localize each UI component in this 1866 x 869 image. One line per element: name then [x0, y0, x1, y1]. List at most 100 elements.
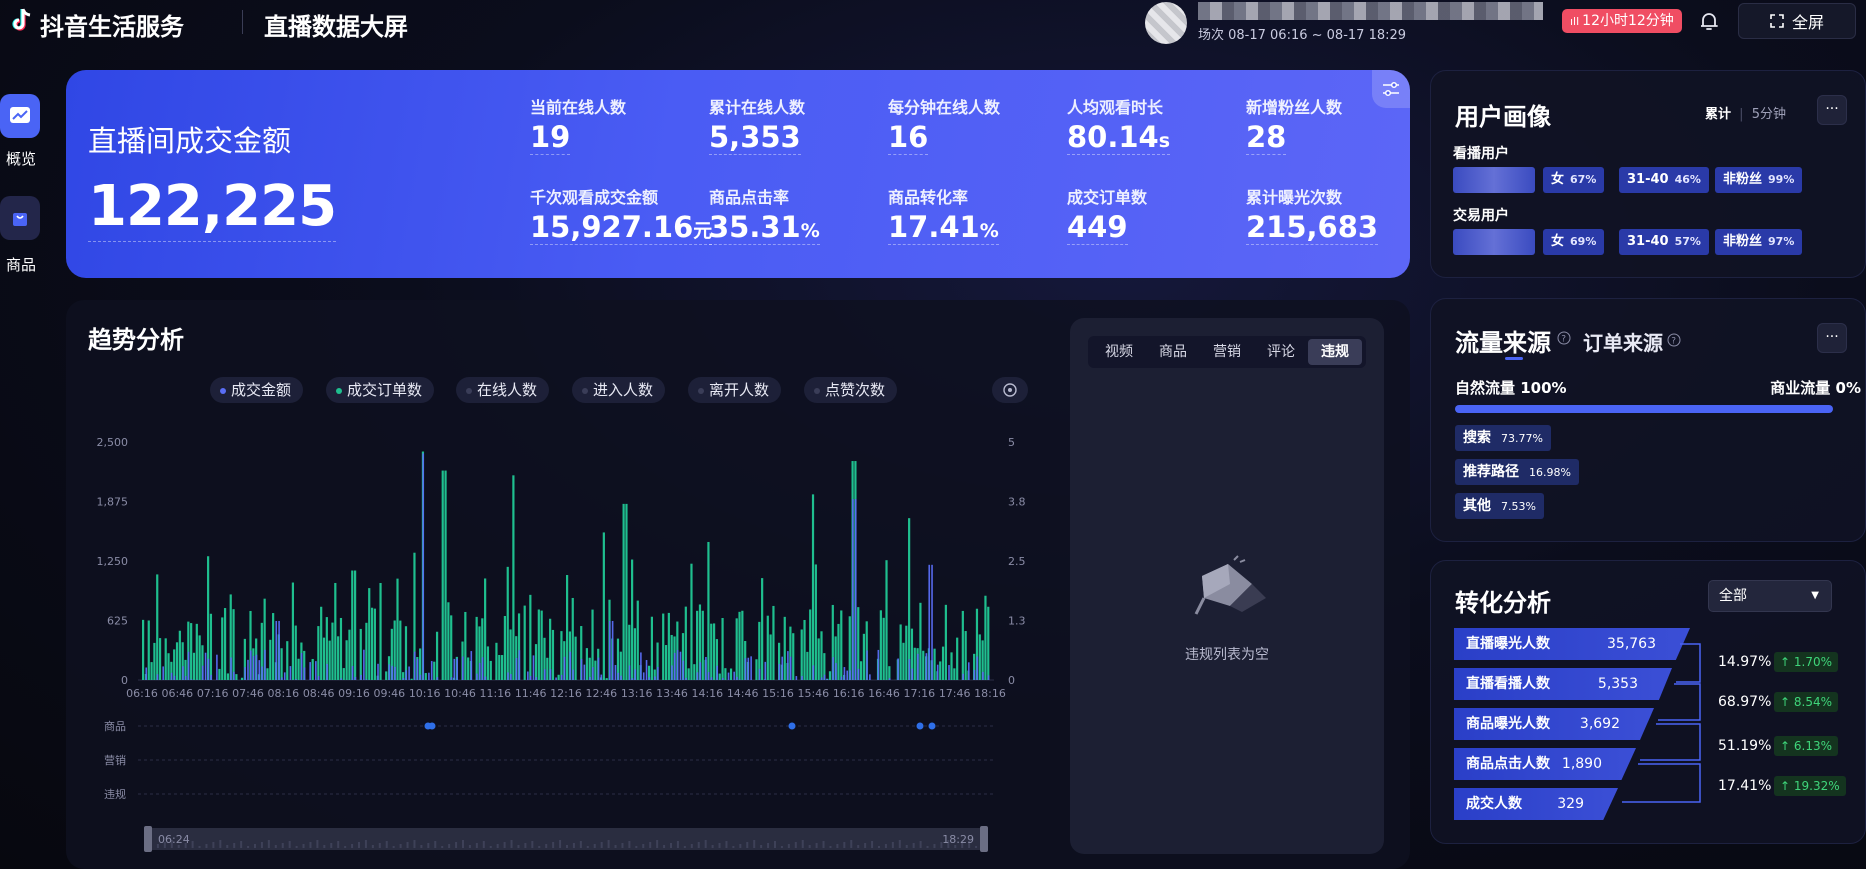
- more-button[interactable]: ···: [1817, 95, 1847, 125]
- orders-bar: [622, 503, 625, 680]
- orders-bar: [156, 574, 159, 680]
- tab-order-source[interactable]: 订单来源: [1583, 327, 1663, 356]
- orders-bar: [534, 644, 538, 680]
- range-slider-spark: [891, 842, 894, 848]
- orders-bar: [803, 619, 806, 680]
- gmv-bar: [948, 665, 950, 680]
- range-slider-spark: [843, 842, 846, 848]
- orders-bar: [602, 532, 605, 680]
- gmv-bar: [789, 656, 792, 680]
- orders-bar: [345, 640, 348, 680]
- sidebar-item-overview[interactable]: [0, 94, 40, 138]
- range-slider-spark: [898, 840, 901, 848]
- gmv-bar: [201, 665, 204, 680]
- y2-tick-label: 3.8: [1008, 496, 1026, 509]
- gmv-bar: [707, 672, 710, 680]
- y-tick-label: 0: [121, 674, 128, 687]
- orders-bar: [902, 642, 905, 680]
- caret-down-icon: ▼: [1811, 590, 1819, 601]
- gmv-bar: [928, 564, 931, 680]
- orders-bar: [766, 615, 769, 680]
- orders-bar: [512, 475, 515, 680]
- gmv-bar: [685, 677, 687, 680]
- toggle-5min[interactable]: 5分钟: [1752, 107, 1786, 122]
- gmv-bar: [453, 658, 456, 680]
- orders-bar: [718, 673, 721, 680]
- more-button[interactable]: ···: [1817, 323, 1847, 353]
- orders-bar: [919, 602, 922, 680]
- gmv-bar: [764, 661, 767, 680]
- x-tick-label: 15:46: [797, 687, 829, 700]
- gmv-bar: [614, 664, 617, 680]
- blurred-room-name: [1198, 2, 1543, 20]
- metric-label: 千次观看成交金额: [530, 188, 659, 207]
- range-slider-spark: [663, 845, 666, 848]
- gmv-bar: [354, 676, 357, 680]
- persona-row-label: 交易用户: [1453, 208, 1509, 224]
- range-slider-spark: [975, 846, 978, 848]
- gmv-bar: [428, 672, 430, 680]
- orders-bar: [939, 661, 942, 680]
- help-icon[interactable]: ?: [1667, 333, 1681, 347]
- range-slider-spark: [337, 841, 340, 848]
- x-tick-label: 16:16: [833, 687, 865, 700]
- range-slider-spark: [351, 844, 354, 848]
- orders-bar: [605, 678, 608, 680]
- orders-bar: [498, 655, 501, 680]
- fullscreen-button[interactable]: 全屏: [1738, 3, 1856, 39]
- gmv-bar: [413, 651, 416, 680]
- range-slider-spark: [621, 843, 624, 848]
- range-slider-spark: [801, 840, 804, 848]
- orders-bar: [280, 648, 283, 680]
- product-event-dot: [928, 722, 936, 730]
- orders-bar: [379, 582, 382, 680]
- range-slider-spark: [670, 843, 672, 848]
- header-divider: [242, 10, 243, 34]
- help-icon[interactable]: ?: [1557, 331, 1571, 345]
- gmv-bar: [849, 670, 851, 680]
- session-time: 场次 08-17 06:16 ~ 08-17 18:29: [1198, 28, 1407, 43]
- settings-sliders-icon[interactable]: [1372, 70, 1410, 108]
- gmv-bar: [247, 659, 249, 680]
- bell-icon[interactable]: [1697, 9, 1721, 33]
- orders-bar: [560, 631, 563, 680]
- svg-text:?: ?: [1671, 337, 1676, 347]
- gmv-bar: [744, 658, 747, 680]
- tab-product[interactable]: 商品: [1146, 339, 1200, 365]
- traffic-ratio-bar: [1455, 405, 1833, 413]
- orders-bar: [167, 653, 170, 680]
- tab-marketing[interactable]: 营销: [1200, 339, 1254, 365]
- gmv-bar: [826, 678, 829, 680]
- toggle-cumulative[interactable]: 累计: [1705, 107, 1731, 122]
- tab-comment[interactable]: 评论: [1254, 339, 1308, 365]
- tab-video[interactable]: 视频: [1092, 339, 1146, 365]
- orders-bar: [625, 503, 628, 680]
- gmv-bar: [976, 656, 979, 680]
- range-slider-spark: [517, 845, 520, 848]
- gmv-bar: [835, 663, 837, 680]
- gmv-bar: [931, 564, 933, 680]
- trend-chart[interactable]: 0 625 1,250 1,875 2,500 0 1.3 2.5 3.8 5 06:16 06:46…: [66, 300, 1066, 869]
- range-slider-spark: [503, 842, 506, 848]
- orders-bar: [636, 600, 639, 680]
- range-slider-spark: [850, 840, 853, 848]
- gmv-bar: [642, 672, 645, 680]
- conversion-filter-select[interactable]: 全部 ▼: [1708, 580, 1832, 612]
- tab-traffic-source[interactable]: 流量来源: [1455, 323, 1551, 358]
- range-slider-spark: [732, 846, 735, 848]
- brand-name: 抖音生活服务: [40, 13, 184, 41]
- x-tick-label: 06:46: [161, 687, 193, 700]
- orders-bar: [724, 668, 727, 680]
- avatar[interactable]: [1145, 2, 1187, 44]
- orders-bar: [320, 606, 323, 680]
- orders-bar: [142, 619, 145, 680]
- gmv-bar: [589, 676, 591, 680]
- orders-bar: [441, 470, 444, 680]
- gmv-bar: [283, 672, 286, 680]
- sidebar-item-products[interactable]: [0, 196, 40, 240]
- tab-violation[interactable]: 违规: [1308, 339, 1362, 365]
- orders-bar: [464, 611, 467, 680]
- gmv-bar: [230, 657, 232, 680]
- y2-tick-label: 5: [1008, 436, 1015, 449]
- gmv-bar: [156, 674, 159, 680]
